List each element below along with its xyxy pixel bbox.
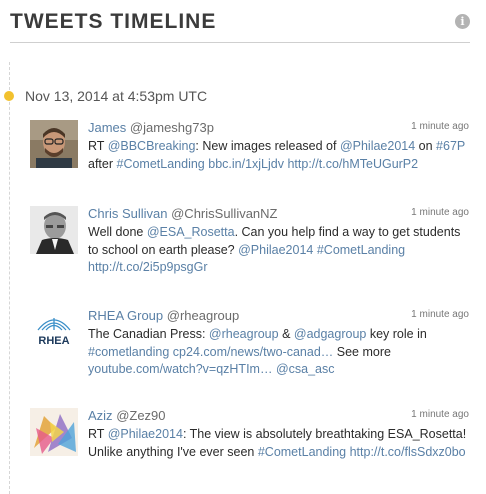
tweet-item: Chris Sullivan @ChrisSullivanNZ 1 minute… [30,206,470,276]
mention-link[interactable]: @Philae2014 [340,139,415,153]
url-link[interactable]: youtube.com/watch?v=qzHTIm… [88,362,272,376]
hashtag-link[interactable]: #CometLanding [258,445,346,459]
tweet-timestamp[interactable]: 1 minute ago [411,121,469,132]
hashtag-link[interactable]: #CometLanding [117,157,205,171]
avatar[interactable] [30,206,78,254]
mention-link[interactable]: @Philae2014 [238,243,313,257]
widget-title: TWEETS TIMELINE [10,10,217,33]
timeline-dot-icon [4,91,14,101]
url-link[interactable]: http://t.co/flsSdxz0bo [350,445,466,459]
avatar[interactable]: RHEA [30,308,78,356]
tweet-item: RHEA RHEA Group @rheagroup 1 minute ago … [30,308,470,378]
timeline-line [9,62,10,494]
tweet-author-name[interactable]: RHEA Group [88,308,163,323]
tweet-timestamp[interactable]: 1 minute ago [411,409,469,420]
tweet-author-handle[interactable]: @jameshg73p [130,120,214,135]
tweet-author-handle[interactable]: @ChrisSullivanNZ [171,206,277,221]
url-link[interactable]: cp24.com/news/two-canad… [173,345,334,359]
hashtag-link[interactable]: #cometlanding [88,345,169,359]
rhea-logo-icon: RHEA [37,318,71,347]
timeline-date: Nov 13, 2014 at 4:53pm UTC [25,88,208,104]
mention-link[interactable]: @BBCBreaking [108,139,196,153]
tweet-author-handle[interactable]: @rheagroup [167,308,239,323]
tweet-item: Aziz @Zez90 1 minute ago RT @Philae2014:… [30,408,470,478]
mention-link[interactable]: @csa_asc [276,362,335,376]
url-link[interactable]: bbc.in/1xjLjdv [208,157,284,171]
mention-link[interactable]: @Philae2014 [108,427,183,441]
widget-header: TWEETS TIMELINE i [10,10,470,42]
avatar[interactable] [30,120,78,168]
mention-link[interactable]: @adgagroup [294,327,366,341]
tweet-text: Well done @ESA_Rosetta. Can you help fin… [88,225,461,274]
url-link[interactable]: http://t.co/2i5p9psgGr [88,260,208,274]
tweet-text: RT @Philae2014: The view is absolutely b… [88,427,467,459]
tweet-timestamp[interactable]: 1 minute ago [411,207,469,218]
mention-link[interactable]: @ESA_Rosetta [147,225,235,239]
tweet-item: James @jameshg73p 1 minute ago RT @BBCBr… [30,120,470,180]
tweet-author-name[interactable]: James [88,120,126,135]
hashtag-link[interactable]: #CometLanding [317,243,405,257]
info-icon[interactable]: i [455,14,470,29]
tweet-timestamp[interactable]: 1 minute ago [411,309,469,320]
url-link[interactable]: http://t.co/hMTeUGurP2 [287,157,418,171]
tweet-text: RT @BBCBreaking: New images released of … [88,139,466,171]
header-divider [10,42,470,43]
tweet-text: The Canadian Press: @rheagroup & @adgagr… [88,327,427,376]
hashtag-link[interactable]: #67P [436,139,465,153]
tweet-author-name[interactable]: Chris Sullivan [88,206,167,221]
mention-link[interactable]: @rheagroup [209,327,279,341]
svg-text:RHEA: RHEA [38,335,69,347]
tweet-author-handle[interactable]: @Zez90 [116,408,165,423]
avatar[interactable] [30,408,78,456]
tweet-author-name[interactable]: Aziz [88,408,113,423]
